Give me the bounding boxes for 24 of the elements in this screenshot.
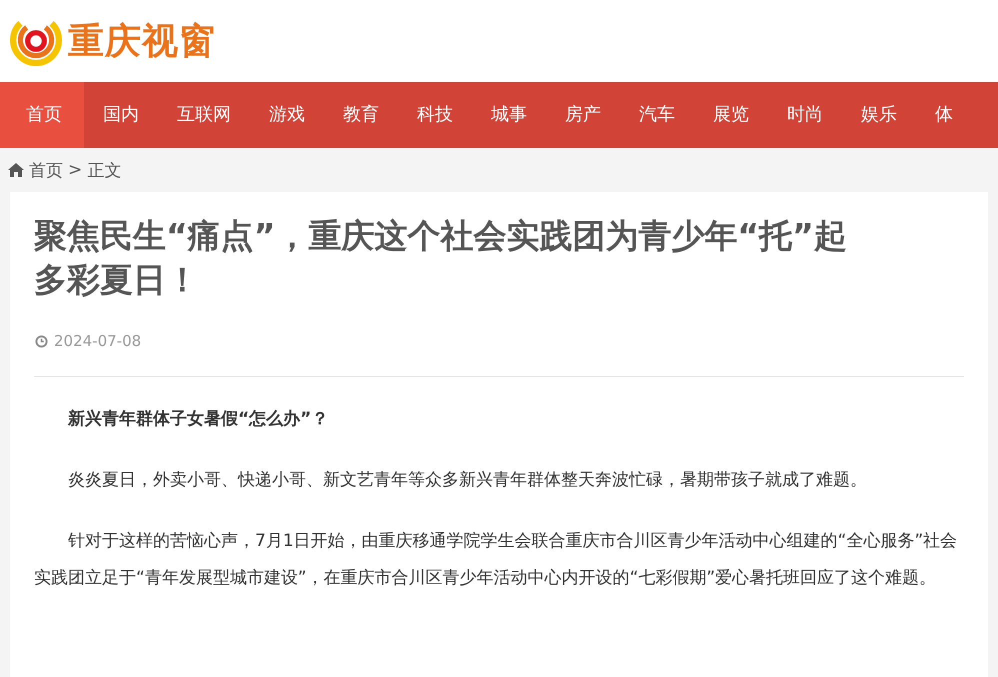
publish-date: 2024-07-08 — [54, 332, 142, 350]
section-heading: 新兴青年群体子女暑假“怎么办”？ — [66, 408, 330, 431]
article-title: 聚焦民生“痛点”，重庆这个社会实践团为青少年“托”起多彩夏日！ — [34, 215, 848, 301]
nav-tab[interactable]: 汽车 — [620, 82, 694, 148]
clock-icon — [35, 334, 48, 348]
nav-tab[interactable]: 体 — [916, 82, 972, 148]
article-paragraph: 炎炎夏日，外卖小哥、快递小哥、新文艺青年等众多新兴青年群体整天奔波忙碌，暑期带孩子就成了难题。 — [67, 469, 868, 492]
site-logo-text[interactable]: 重庆视窗 — [68, 16, 216, 66]
nav-tab[interactable]: 时尚 — [768, 82, 842, 148]
nav-tab[interactable]: 国内 — [84, 82, 158, 148]
breadcrumb-link[interactable]: 正文 — [87, 158, 122, 182]
nav-tab[interactable]: 展览 — [694, 82, 768, 148]
breadcrumb-separator: > — [68, 160, 82, 180]
article-paragraph: 针对于这样的苦恼心声，7月1日开始，由重庆移通学院学生会联合重庆市合川区青少年活动中心组建的“全心服务”社会实践团立足于“青年发展型城市建设”，在重庆市合川区青少年活动中心内开设的“七彩假期”爱心暑托班回应了这个难题。 — [34, 530, 958, 590]
nav-tab[interactable]: 教育 — [324, 82, 398, 148]
nav-tab[interactable]: 首页 — [0, 82, 84, 148]
nav-tab[interactable]: 娱乐 — [842, 82, 916, 148]
nav-tab[interactable]: 科技 — [398, 82, 472, 148]
nav-tab[interactable]: 游戏 — [250, 82, 324, 148]
nav-tab[interactable]: 房产 — [546, 82, 620, 148]
nav-tab[interactable]: 互联网 — [158, 82, 250, 148]
breadcrumb-link[interactable]: 首页 — [29, 158, 63, 182]
home-icon — [8, 163, 24, 177]
nav-tab[interactable]: 城事 — [472, 82, 546, 148]
